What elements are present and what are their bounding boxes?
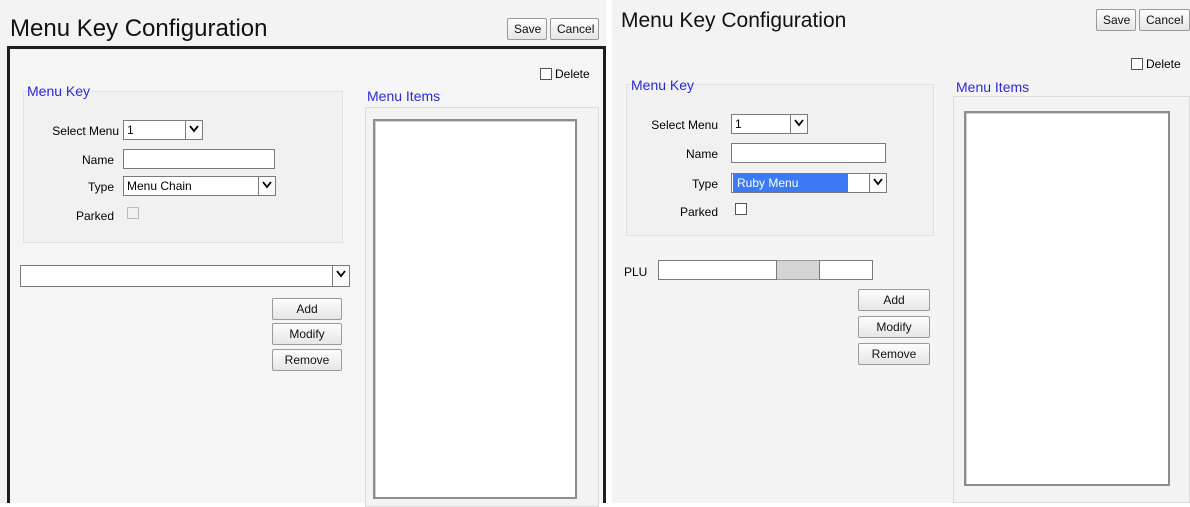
select-menu-dropdown[interactable]: 1 bbox=[731, 114, 808, 134]
select-menu-dropdown[interactable]: 1 bbox=[123, 120, 203, 140]
plu-separator bbox=[777, 260, 819, 280]
chevron-down-icon bbox=[869, 174, 886, 192]
config-frame: Delete Menu Key Select Menu 1 Name Type … bbox=[612, 36, 1190, 503]
menu-items-list[interactable] bbox=[373, 119, 577, 499]
cancel-button[interactable]: Cancel bbox=[1139, 9, 1190, 31]
cancel-button[interactable]: Cancel bbox=[550, 18, 599, 40]
remove-button[interactable]: Remove bbox=[272, 349, 342, 371]
chevron-down-icon bbox=[790, 115, 807, 133]
add-button[interactable]: Add bbox=[858, 289, 930, 311]
menu-items-title: Menu Items bbox=[367, 88, 441, 104]
parked-checkbox[interactable] bbox=[735, 203, 747, 215]
select-menu-label: Select Menu bbox=[52, 124, 119, 138]
type-dropdown[interactable]: Ruby Menu bbox=[731, 173, 887, 193]
parked-label: Parked bbox=[75, 209, 114, 223]
type-dropdown[interactable]: Menu Chain bbox=[123, 176, 276, 196]
type-value: Menu Chain bbox=[127, 179, 192, 193]
menu-chain-dropdown[interactable] bbox=[20, 265, 350, 287]
select-menu-value: 1 bbox=[127, 123, 134, 137]
plu-input[interactable] bbox=[658, 260, 777, 280]
type-label: Type bbox=[87, 180, 114, 194]
chevron-down-icon bbox=[185, 121, 202, 139]
right-config-panel: Menu Key Configuration Save Cancel Delet… bbox=[612, 0, 1190, 503]
add-button[interactable]: Add bbox=[272, 298, 342, 320]
name-input[interactable] bbox=[731, 143, 886, 163]
menu-items-title: Menu Items bbox=[956, 79, 1030, 95]
page-title: Menu Key Configuration bbox=[621, 9, 847, 32]
delete-label: Delete bbox=[1146, 56, 1181, 71]
save-button[interactable]: Save bbox=[507, 18, 547, 40]
select-menu-value: 1 bbox=[735, 117, 742, 131]
remove-button[interactable]: Remove bbox=[858, 343, 930, 365]
delete-label: Delete bbox=[555, 66, 590, 81]
delete-checkbox[interactable] bbox=[540, 67, 552, 80]
name-input[interactable] bbox=[123, 149, 275, 169]
menu-key-group-title: Menu Key bbox=[27, 83, 91, 99]
config-frame: Delete Menu Key Select Menu 1 Name Type … bbox=[7, 46, 606, 507]
delete-toggle[interactable]: Delete bbox=[1131, 56, 1181, 71]
menu-key-group-title: Menu Key bbox=[631, 77, 695, 93]
plu-label: PLU bbox=[624, 265, 648, 279]
type-label: Type bbox=[691, 177, 718, 191]
select-menu-label: Select Menu bbox=[651, 118, 718, 132]
left-config-panel: Menu Key Configuration Save Cancel Delet… bbox=[0, 0, 606, 507]
header: Menu Key Configuration Save Cancel bbox=[0, 0, 606, 46]
modify-button[interactable]: Modify bbox=[272, 323, 342, 345]
name-label: Name bbox=[81, 153, 114, 167]
delete-toggle[interactable]: Delete bbox=[540, 66, 590, 81]
save-button[interactable]: Save bbox=[1096, 9, 1136, 31]
modify-button[interactable]: Modify bbox=[858, 316, 930, 338]
type-value: Ruby Menu bbox=[733, 174, 848, 192]
delete-checkbox[interactable] bbox=[1131, 57, 1143, 70]
parked-checkbox[interactable] bbox=[127, 207, 139, 219]
page-title: Menu Key Configuration bbox=[10, 15, 268, 42]
chevron-down-icon bbox=[258, 177, 275, 195]
menu-items-list[interactable] bbox=[964, 111, 1170, 486]
plu-modifier-input[interactable] bbox=[819, 260, 873, 280]
parked-label: Parked bbox=[679, 205, 718, 219]
chevron-down-icon bbox=[332, 266, 349, 286]
name-label: Name bbox=[685, 147, 718, 161]
